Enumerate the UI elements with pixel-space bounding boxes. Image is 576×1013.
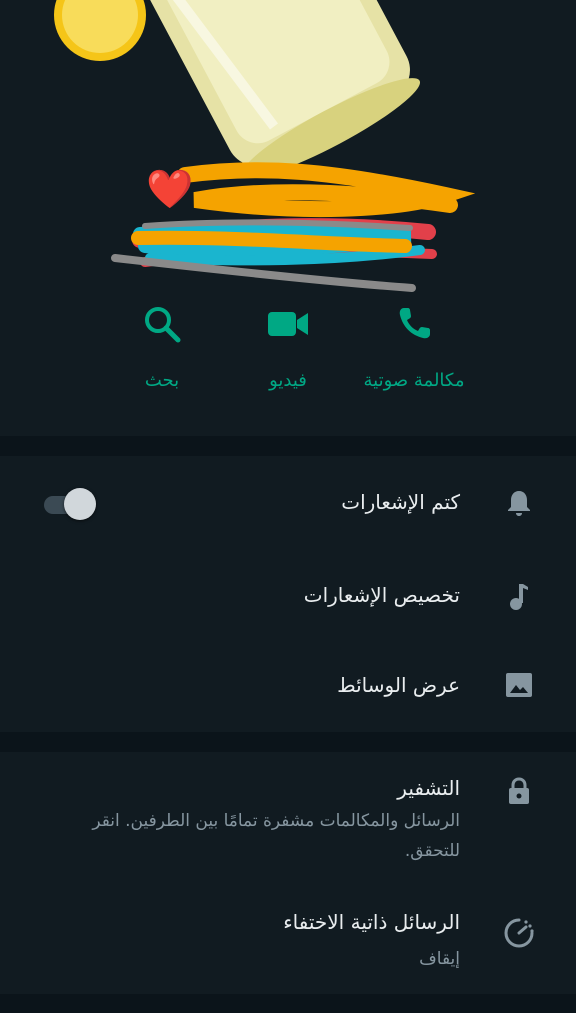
music-note-icon xyxy=(510,584,528,610)
toggle-thumb xyxy=(64,488,96,520)
search-button[interactable]: بحث xyxy=(97,300,227,400)
bell-icon xyxy=(508,491,530,516)
disappearing-messages-row[interactable]: الرسائل ذاتية الاختفاء إيقاف xyxy=(0,892,576,992)
section-divider xyxy=(0,994,576,1013)
contact-info-header: ❤️ مكالمة صوتية فيديو بحث xyxy=(0,0,576,436)
video-call-label: فيديو xyxy=(269,370,307,391)
section-divider xyxy=(0,732,576,752)
encryption-row[interactable]: التشفير الرسائل والمكالمات مشفرة تمامًا … xyxy=(0,752,576,878)
lock-icon xyxy=(509,777,529,804)
phone-icon xyxy=(399,308,430,339)
voice-call-label: مكالمة صوتية xyxy=(363,370,465,391)
mute-notifications-label: كتم الإشعارات xyxy=(341,490,460,514)
quick-actions: مكالمة صوتية فيديو بحث xyxy=(0,300,576,410)
heart-emoji: ❤️ xyxy=(146,167,194,211)
mute-notifications-toggle[interactable] xyxy=(44,487,96,521)
disappearing-messages-title: الرسائل ذاتية الاختفاء xyxy=(283,910,460,934)
video-call-button[interactable]: فيديو xyxy=(223,300,353,400)
video-camera-icon xyxy=(268,312,308,336)
profile-photo[interactable] xyxy=(40,0,440,190)
search-label: بحث xyxy=(144,370,180,391)
media-visibility-row[interactable]: عرض الوسائط xyxy=(0,642,576,732)
custom-notifications-row[interactable]: تخصيص الإشعارات xyxy=(0,550,576,642)
encryption-description: الرسائل والمكالمات مشفرة تمامًا بين الطر… xyxy=(92,811,460,861)
voice-call-button[interactable]: مكالمة صوتية xyxy=(349,300,479,400)
disappearing-messages-status: إيقاف xyxy=(419,949,460,969)
section-divider xyxy=(0,436,576,456)
encryption-title: التشفير xyxy=(397,776,460,800)
media-visibility-label: عرض الوسائط xyxy=(337,673,460,697)
timer-icon xyxy=(504,918,534,948)
image-icon xyxy=(506,673,532,697)
custom-notifications-label: تخصيص الإشعارات xyxy=(303,583,460,607)
search-icon xyxy=(145,307,181,343)
